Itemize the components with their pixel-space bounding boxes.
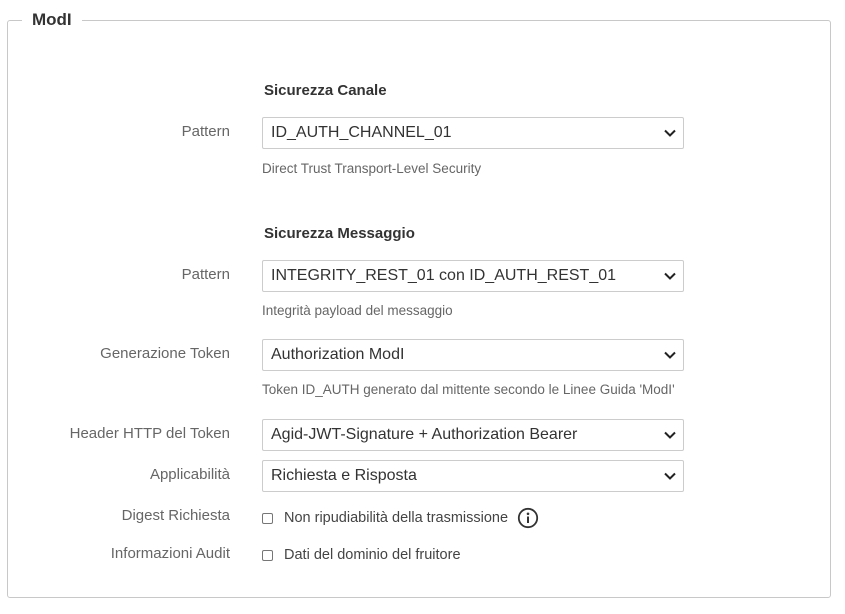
applicability-label: Applicabilità (149, 466, 230, 483)
http-header-value: Agid-JWT-Signature + Authorization Beare… (271, 426, 578, 443)
message-pattern-label: Pattern (181, 266, 230, 283)
audit-label: Informazioni Audit (110, 545, 230, 562)
channel-security-title: Sicurezza Canale (264, 82, 387, 99)
chevron-down-icon (661, 267, 679, 285)
audit-checkbox[interactable] (262, 549, 273, 561)
audit-checkbox-label[interactable]: Dati del dominio del fruitore (284, 547, 461, 563)
digest-checkbox[interactable] (262, 512, 273, 524)
channel-pattern-value: ID_AUTH_CHANNEL_01 (271, 124, 452, 141)
applicability-select[interactable]: Richiesta e Risposta (262, 460, 684, 492)
message-pattern-select[interactable]: INTEGRITY_REST_01 con ID_AUTH_REST_01 (262, 260, 684, 292)
chevron-down-icon (661, 346, 679, 364)
info-icon[interactable] (517, 507, 539, 529)
chevron-down-icon (661, 426, 679, 444)
fieldset-legend: ModI (22, 10, 82, 30)
http-header-select[interactable]: Agid-JWT-Signature + Authorization Beare… (262, 419, 684, 451)
applicability-value: Richiesta e Risposta (271, 467, 417, 484)
token-generation-label: Generazione Token (100, 345, 230, 362)
chevron-down-icon (661, 467, 679, 485)
channel-pattern-label: Pattern (181, 123, 230, 140)
chevron-down-icon (661, 124, 679, 142)
channel-pattern-help: Direct Trust Transport-Level Security (262, 161, 482, 176)
token-generation-select[interactable]: Authorization ModI (262, 339, 684, 371)
digest-checkbox-label[interactable]: Non ripudiabilità della trasmissione (284, 510, 508, 526)
digest-checkbox-row: Non ripudiabilità della trasmissione (262, 507, 539, 529)
http-header-label: Header HTTP del Token (69, 425, 230, 442)
token-generation-help: Token ID_AUTH generato dal mittente seco… (262, 382, 675, 397)
audit-checkbox-row: Dati del dominio del fruitore (262, 547, 461, 563)
token-generation-value: Authorization ModI (271, 346, 405, 363)
message-pattern-value: INTEGRITY_REST_01 con ID_AUTH_REST_01 (271, 267, 617, 284)
digest-label: Digest Richiesta (121, 507, 230, 524)
message-security-title: Sicurezza Messaggio (264, 225, 415, 242)
message-pattern-help: Integrità payload del messaggio (262, 303, 453, 318)
channel-pattern-select[interactable]: ID_AUTH_CHANNEL_01 (262, 117, 684, 149)
